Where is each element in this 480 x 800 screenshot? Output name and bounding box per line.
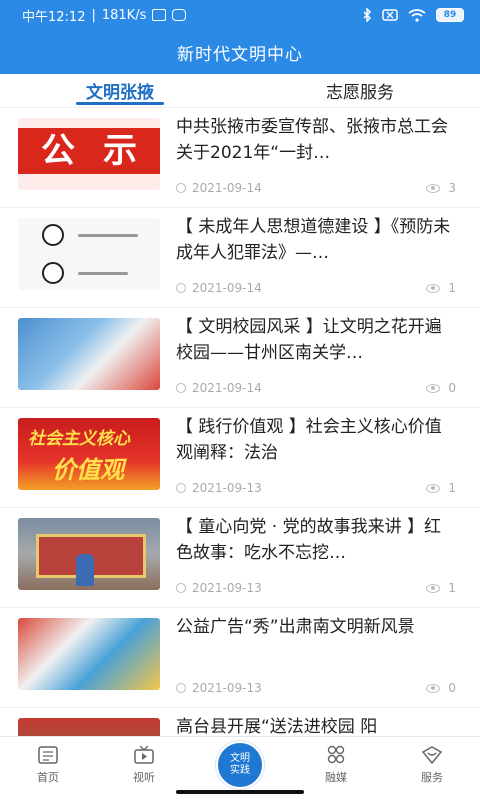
view-count: 0 bbox=[448, 381, 456, 395]
center-badge[interactable]: 文明 实践 bbox=[216, 741, 264, 789]
news-item[interactable]: 公益广告“秀”出肃南文明新风景 2021-09-13 0 bbox=[0, 608, 480, 708]
news-feed[interactable]: 公 示 中共张掖市委宣传部、张掖市总工会关于2021年“一封… 2021-09-… bbox=[0, 108, 480, 736]
news-title: 高台县开展“送法进校园 阳 bbox=[176, 717, 378, 736]
tab-label: 文明张掖 bbox=[86, 83, 154, 103]
status-time: 中午12:12 bbox=[22, 9, 86, 25]
nav-home[interactable]: 首页 bbox=[0, 737, 96, 800]
eye-icon bbox=[426, 483, 441, 493]
news-title: 【 践行价值观 】社会主义核心价值观阐释：法治 bbox=[176, 417, 442, 463]
nav-label: 融媒 bbox=[325, 771, 347, 784]
news-meta: 2021-09-13 1 bbox=[176, 481, 456, 495]
view-count: 3 bbox=[448, 181, 456, 195]
view-count: 1 bbox=[448, 281, 456, 295]
thumbnail-line bbox=[78, 272, 128, 275]
wifi-icon bbox=[408, 8, 426, 22]
news-date: 2021-09-13 bbox=[192, 581, 262, 595]
news-thumbnail bbox=[18, 518, 160, 590]
thumbnail-text: 价值观 bbox=[52, 456, 124, 484]
news-meta: 2021-09-14 1 bbox=[176, 281, 456, 295]
news-date: 2021-09-13 bbox=[192, 481, 262, 495]
eye-icon bbox=[426, 183, 441, 193]
news-meta: 2021-09-13 0 bbox=[176, 681, 456, 695]
nav-label: 服务 bbox=[421, 771, 443, 784]
notification-icon bbox=[152, 9, 167, 21]
battery-icon: 89 bbox=[436, 8, 464, 22]
thumbnail-text: 公 bbox=[41, 131, 75, 171]
tab-volunteer-service[interactable]: 志愿服务 bbox=[240, 74, 480, 107]
news-thumbnail bbox=[18, 318, 160, 390]
cartoon-face bbox=[42, 224, 64, 246]
tab-bar: 文明张掖 志愿服务 bbox=[0, 74, 480, 108]
news-item[interactable]: 【 文明校园风采 】让文明之花开遍校园——甘州区南关学… 2021-09-14 … bbox=[0, 308, 480, 408]
news-meta: 2021-09-14 3 bbox=[176, 181, 456, 195]
thumbnail-text: 示 bbox=[103, 131, 137, 171]
news-thumbnail: 社会主义核心 价值观 bbox=[18, 418, 160, 490]
eye-icon bbox=[426, 383, 441, 393]
thumbnail-text: 社会主义核心 bbox=[28, 429, 130, 449]
news-meta: 2021-09-13 1 bbox=[176, 581, 456, 595]
eye-icon bbox=[426, 683, 441, 693]
clock-icon bbox=[176, 483, 186, 493]
clock-icon bbox=[176, 683, 186, 693]
nav-label: 视听 bbox=[133, 771, 155, 784]
news-item[interactable]: 【 未成年人思想道德建设 】《预防未成年人犯罪法》—… 2021-09-14 1 bbox=[0, 208, 480, 308]
news-meta: 2021-09-14 0 bbox=[176, 381, 456, 395]
news-title: 中共张掖市委宣传部、张掖市总工会关于2021年“一封… bbox=[176, 117, 448, 163]
news-date: 2021-09-14 bbox=[192, 381, 262, 395]
news-item[interactable]: 【 童心向党 · 党的故事我来讲 】红色故事：吃水不忘挖… 2021-09-13… bbox=[0, 508, 480, 608]
news-title: 公益广告“秀”出肃南文明新风景 bbox=[176, 617, 415, 637]
news-title: 【 文明校园风采 】让文明之花开遍校园——甘州区南关学… bbox=[176, 317, 442, 363]
news-date: 2021-09-14 bbox=[192, 281, 262, 295]
status-divider: | bbox=[91, 7, 96, 23]
view-count: 1 bbox=[448, 481, 456, 495]
news-title: 【 童心向党 · 党的故事我来讲 】红色故事：吃水不忘挖… bbox=[176, 517, 442, 563]
news-date: 2021-09-13 bbox=[192, 681, 262, 695]
news-item[interactable]: 公 示 中共张掖市委宣传部、张掖市总工会关于2021年“一封… 2021-09-… bbox=[0, 108, 480, 208]
news-item[interactable]: 高台县开展“送法进校园 阳 bbox=[0, 708, 480, 736]
news-title: 【 未成年人思想道德建设 】《预防未成年人犯罪法》—… bbox=[176, 217, 451, 263]
news-date: 2021-09-14 bbox=[192, 181, 262, 195]
center-badge-line: 实践 bbox=[230, 765, 250, 776]
page-title: 新时代文明中心 bbox=[177, 44, 303, 65]
clock-icon bbox=[176, 583, 186, 593]
tab-label: 志愿服务 bbox=[326, 83, 394, 103]
home-icon bbox=[38, 746, 58, 764]
thumbnail-line bbox=[78, 234, 138, 237]
view-count: 0 bbox=[448, 681, 456, 695]
sim-off-icon bbox=[382, 9, 398, 21]
tab-wenming-zhangye[interactable]: 文明张掖 bbox=[0, 74, 240, 107]
video-icon bbox=[134, 745, 154, 764]
clock-icon bbox=[176, 283, 186, 293]
news-thumbnail bbox=[18, 618, 160, 690]
news-thumbnail bbox=[18, 718, 160, 736]
media-icon bbox=[327, 745, 345, 764]
service-icon bbox=[421, 746, 443, 765]
eye-icon bbox=[426, 283, 441, 293]
eye-icon bbox=[426, 583, 441, 593]
status-bar: 中午12:12 | 181K/s 89 bbox=[0, 0, 480, 30]
nav-service[interactable]: 服务 bbox=[384, 737, 480, 800]
nav-label: 首页 bbox=[37, 771, 59, 784]
clock-icon bbox=[176, 183, 186, 193]
home-indicator[interactable] bbox=[176, 790, 304, 794]
app-notification-icon bbox=[172, 9, 187, 21]
view-count: 1 bbox=[448, 581, 456, 595]
network-speed: 181K/s bbox=[101, 7, 147, 23]
news-thumbnail: 公 示 bbox=[18, 118, 160, 190]
app-header: 新时代文明中心 bbox=[0, 30, 480, 74]
cartoon-face bbox=[42, 262, 64, 284]
center-badge-line: 文明 bbox=[230, 753, 250, 764]
news-thumbnail bbox=[18, 218, 160, 290]
clock-icon bbox=[176, 383, 186, 393]
thumbnail-figure bbox=[76, 554, 94, 586]
bluetooth-icon bbox=[363, 8, 372, 22]
news-item[interactable]: 社会主义核心 价值观 【 践行价值观 】社会主义核心价值观阐释：法治 2021-… bbox=[0, 408, 480, 508]
